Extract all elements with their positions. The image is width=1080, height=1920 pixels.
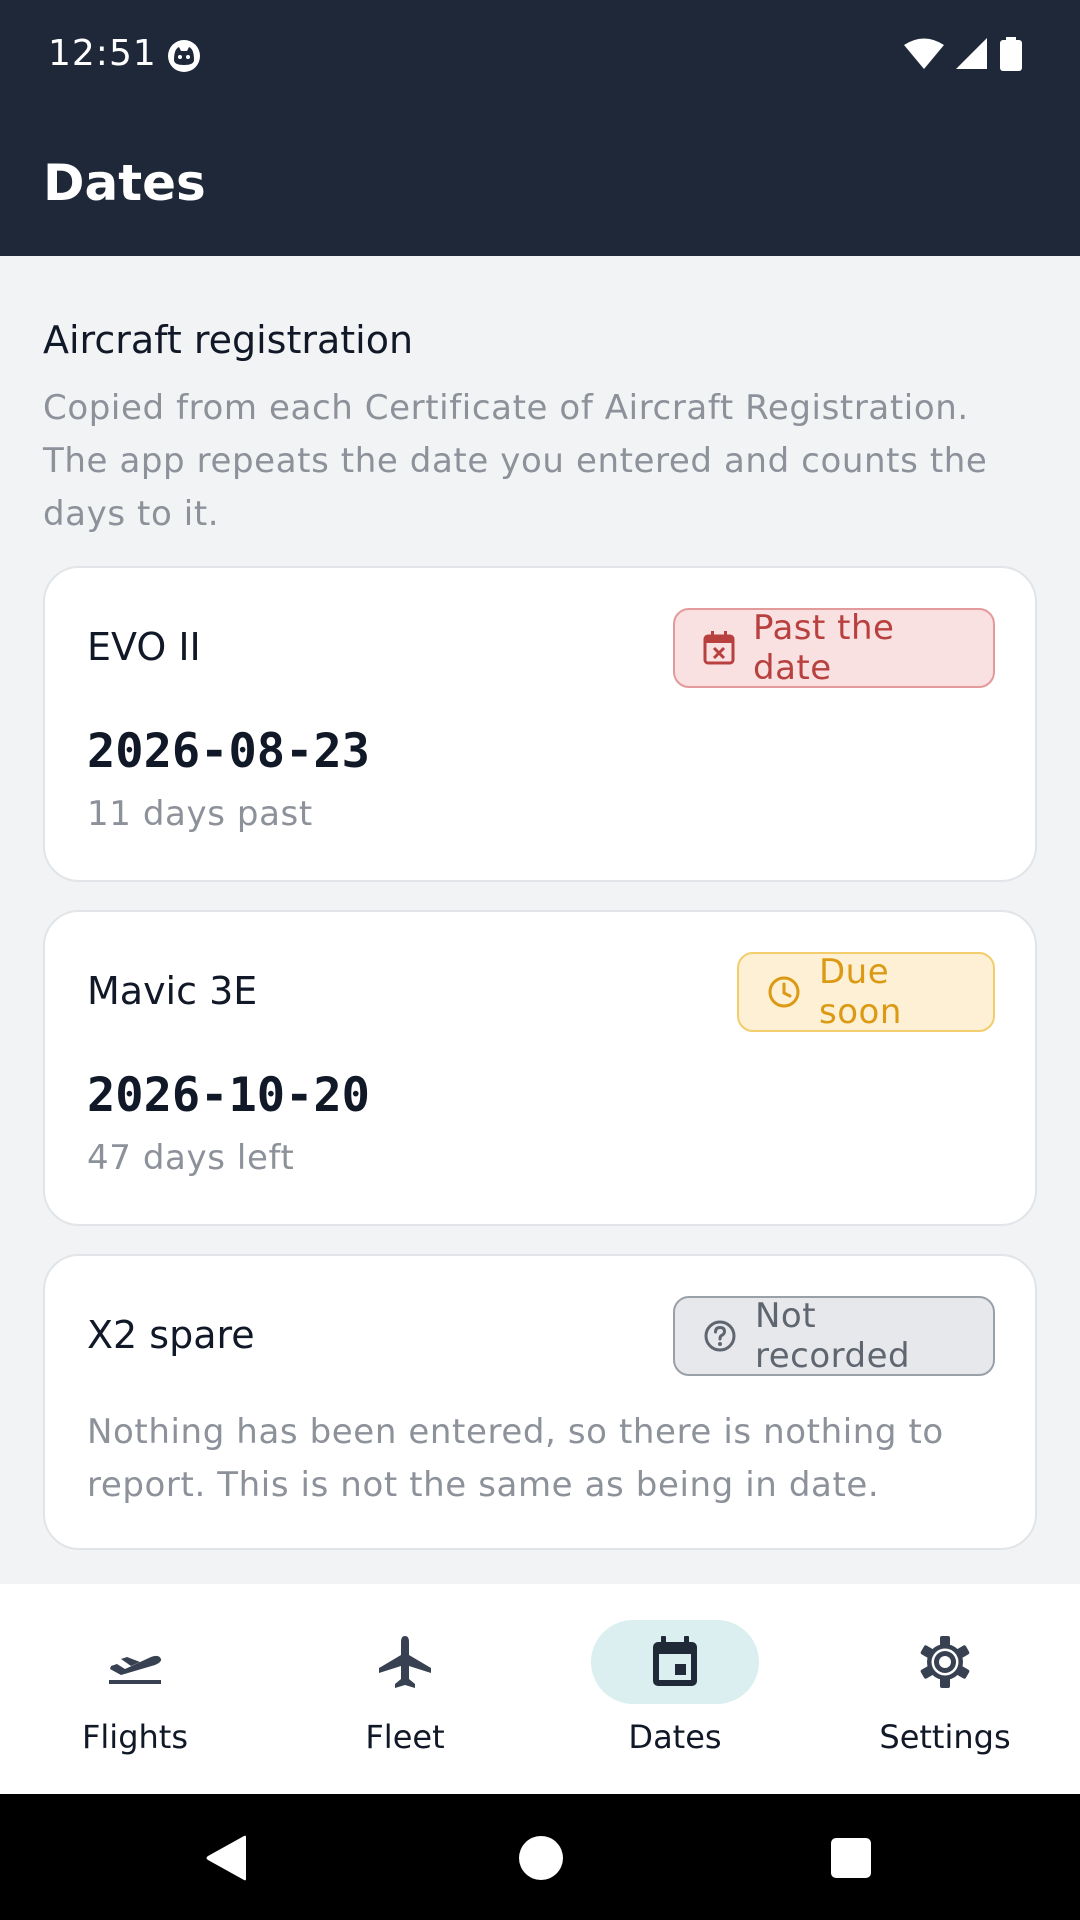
aircraft-name: Mavic 3E xyxy=(87,969,258,1013)
nav-item-dates[interactable]: Dates xyxy=(540,1584,810,1794)
battery-icon xyxy=(1000,37,1022,71)
status-badge-due-soon: Due soon xyxy=(737,952,995,1032)
days-count: 47 days left xyxy=(87,1138,295,1178)
system-navigation-bar xyxy=(0,1794,1080,1920)
gear-icon xyxy=(920,1636,970,1688)
section-title: Aircraft registration xyxy=(43,318,414,362)
section-description: Copied from each Certificate of Aircraft… xyxy=(43,388,988,534)
nav-item-fleet[interactable]: Fleet xyxy=(270,1584,540,1794)
status-badge-label: Not recorded xyxy=(755,1296,911,1376)
aircraft-name: X2 spare xyxy=(87,1313,255,1357)
status-badge-not-recorded: Not recorded xyxy=(673,1296,995,1376)
status-bar: 12:51 xyxy=(0,0,1080,110)
back-icon[interactable] xyxy=(204,1835,250,1881)
clock-icon xyxy=(768,976,800,1008)
card-note: Nothing has been entered, so there is no… xyxy=(87,1412,944,1505)
nav-label: Settings xyxy=(879,1718,1011,1756)
nav-label: Flights xyxy=(82,1718,188,1756)
airplane-icon xyxy=(379,1636,431,1688)
aircraft-name: EVO II xyxy=(87,625,201,669)
status-time: 12:51 xyxy=(48,33,157,74)
nav-item-settings[interactable]: Settings xyxy=(810,1584,1080,1794)
status-icons xyxy=(904,34,1022,74)
active-indicator xyxy=(591,1620,759,1704)
notification-cat-icon xyxy=(168,40,200,72)
aircraft-date-card[interactable]: X2 spare Not recorded Nothing has been e… xyxy=(43,1254,1037,1550)
question-circle-icon xyxy=(704,1320,736,1352)
cellular-signal-icon xyxy=(956,38,987,69)
registration-date: 2026-10-20 xyxy=(87,1068,370,1123)
calendar-x-icon xyxy=(703,631,735,665)
nav-label: Dates xyxy=(628,1718,722,1756)
page-title: Dates xyxy=(43,154,206,212)
status-badge-label: Due soon xyxy=(819,952,902,1032)
aircraft-date-card[interactable]: Mavic 3E Due soon 2026-10-20 47 days lef… xyxy=(43,910,1037,1226)
nav-label: Fleet xyxy=(365,1718,445,1756)
app-bar: Dates xyxy=(0,110,1080,256)
status-badge-past: Past the date xyxy=(673,608,995,688)
nav-item-flights[interactable]: Flights xyxy=(0,1584,270,1794)
status-badge-label: Past the date xyxy=(753,608,895,688)
registration-date: 2026-08-23 xyxy=(87,724,370,779)
calendar-icon xyxy=(653,1636,697,1686)
home-icon[interactable] xyxy=(518,1835,564,1881)
days-count: 11 days past xyxy=(87,794,313,834)
aircraft-date-card[interactable]: EVO II Past the date 2026-08-23 11 days … xyxy=(43,566,1037,882)
wifi-icon xyxy=(904,38,944,69)
flight-takeoff-icon xyxy=(109,1655,162,1684)
bottom-navigation: Flights Fleet Dates Settings xyxy=(0,1584,1080,1794)
recents-icon[interactable] xyxy=(830,1837,872,1879)
